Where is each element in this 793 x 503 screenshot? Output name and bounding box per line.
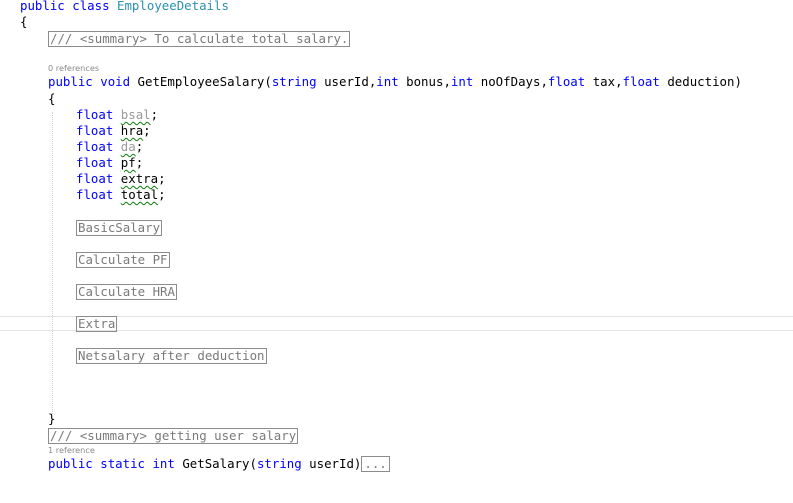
- region-line[interactable]: Calculate PF: [76, 252, 170, 268]
- keyword-public: public: [48, 456, 93, 471]
- collapsed-summary-comment[interactable]: /// <summary> To calculate total salary.: [48, 31, 351, 47]
- variable-name[interactable]: bsal: [121, 107, 151, 122]
- param-noOfDays[interactable]: noOfDays,: [481, 74, 548, 89]
- method-name[interactable]: GetEmployeeSalary(: [138, 74, 272, 89]
- param-bonus[interactable]: bonus,: [406, 74, 451, 89]
- class-open-brace: {: [20, 14, 28, 29]
- semicolon: ;: [158, 171, 166, 186]
- collapsed-region-calculate-hra[interactable]: Calculate HRA: [76, 284, 177, 300]
- keyword-public: public: [20, 0, 65, 13]
- declaration-line[interactable]: float extra;: [76, 171, 166, 187]
- keyword-float: float: [76, 123, 114, 138]
- variable-name[interactable]: pf: [121, 155, 136, 170]
- keyword-float: float: [76, 139, 114, 154]
- keyword-void: void: [100, 74, 131, 89]
- codelens-references[interactable]: 1 reference: [48, 445, 95, 455]
- keyword-static: static: [100, 456, 145, 471]
- collapsed-region-netsalary[interactable]: Netsalary after deduction: [76, 348, 267, 364]
- type-float: float: [547, 74, 586, 89]
- keyword-float: float: [76, 187, 114, 202]
- param-userId[interactable]: userId,: [324, 74, 376, 89]
- variable-name[interactable]: extra: [121, 171, 158, 186]
- method-signature-line[interactable]: public static int GetSalary(string userI…: [48, 456, 390, 472]
- declaration-line[interactable]: float da;: [76, 139, 143, 155]
- collapsed-method-body[interactable]: ...: [361, 456, 390, 472]
- collapsed-summary-comment[interactable]: /// <summary> getting user salary: [48, 428, 299, 444]
- method-signature-line[interactable]: public void GetEmployeeSalary(string use…: [48, 74, 742, 90]
- param-deduction[interactable]: deduction): [667, 74, 742, 89]
- semicolon: ;: [135, 139, 144, 154]
- keyword-int: int: [152, 456, 175, 471]
- semicolon: ;: [135, 155, 144, 170]
- param-userId[interactable]: userId): [309, 456, 361, 471]
- keyword-class: class: [72, 0, 110, 13]
- declaration-line[interactable]: float total;: [76, 187, 166, 203]
- collapsed-region-calculate-pf[interactable]: Calculate PF: [76, 252, 170, 268]
- type-string: string: [271, 74, 317, 89]
- declaration-line[interactable]: float hra;: [76, 123, 151, 139]
- region-line[interactable]: Calculate HRA: [76, 284, 177, 300]
- keyword-float: float: [76, 171, 114, 186]
- declaration-line[interactable]: float bsal;: [76, 107, 158, 123]
- summary-comment-line[interactable]: /// <summary> getting user salary: [48, 428, 299, 444]
- region-line[interactable]: Extra: [76, 316, 118, 332]
- indent-guide: [52, 112, 53, 414]
- region-line[interactable]: Netsalary after deduction: [76, 348, 267, 364]
- type-int: int: [376, 74, 399, 89]
- type-int: int: [450, 74, 474, 89]
- declaration-line[interactable]: float pf;: [76, 155, 143, 171]
- class-name[interactable]: EmployeeDetails: [117, 0, 229, 13]
- class-declaration-line[interactable]: public class EmployeeDetails: [20, 0, 229, 14]
- keyword-public: public: [48, 74, 93, 89]
- type-string: string: [256, 456, 302, 471]
- type-float: float: [622, 74, 660, 89]
- method-close-brace: }: [48, 411, 56, 426]
- variable-name[interactable]: hra: [121, 123, 143, 138]
- current-line-highlight: [0, 316, 793, 331]
- method-open-brace: {: [48, 91, 56, 106]
- semicolon: ;: [158, 187, 166, 202]
- collapsed-region-extra[interactable]: Extra: [76, 316, 118, 332]
- semicolon: ;: [143, 123, 151, 138]
- method-name[interactable]: GetSalary(: [182, 456, 257, 471]
- summary-comment-line[interactable]: /// <summary> To calculate total salary.: [48, 31, 351, 47]
- variable-name[interactable]: da: [121, 139, 136, 154]
- variable-name[interactable]: total: [121, 187, 158, 202]
- semicolon: ;: [150, 107, 159, 122]
- param-tax[interactable]: tax,: [593, 74, 623, 89]
- keyword-float: float: [76, 155, 114, 170]
- collapsed-region-basicsalary[interactable]: BasicSalary: [76, 220, 163, 236]
- region-line[interactable]: BasicSalary: [76, 220, 163, 236]
- codelens-references[interactable]: 0 references: [48, 63, 99, 73]
- keyword-float: float: [76, 107, 114, 122]
